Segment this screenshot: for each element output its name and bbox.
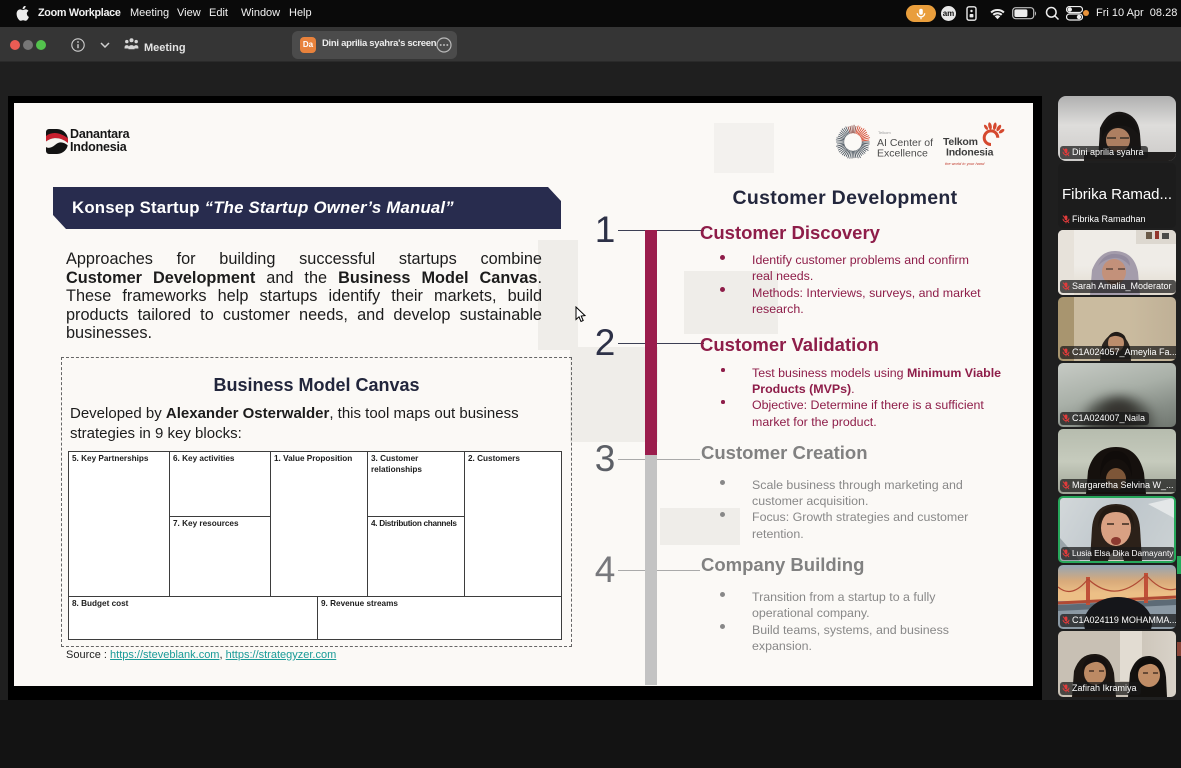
svg-text:Excellence: Excellence <box>877 148 928 160</box>
svg-text:Indonesia: Indonesia <box>946 147 994 159</box>
svg-text:Telkom: Telkom <box>878 130 891 135</box>
svg-text:the world in your hand: the world in your hand <box>945 161 985 166</box>
